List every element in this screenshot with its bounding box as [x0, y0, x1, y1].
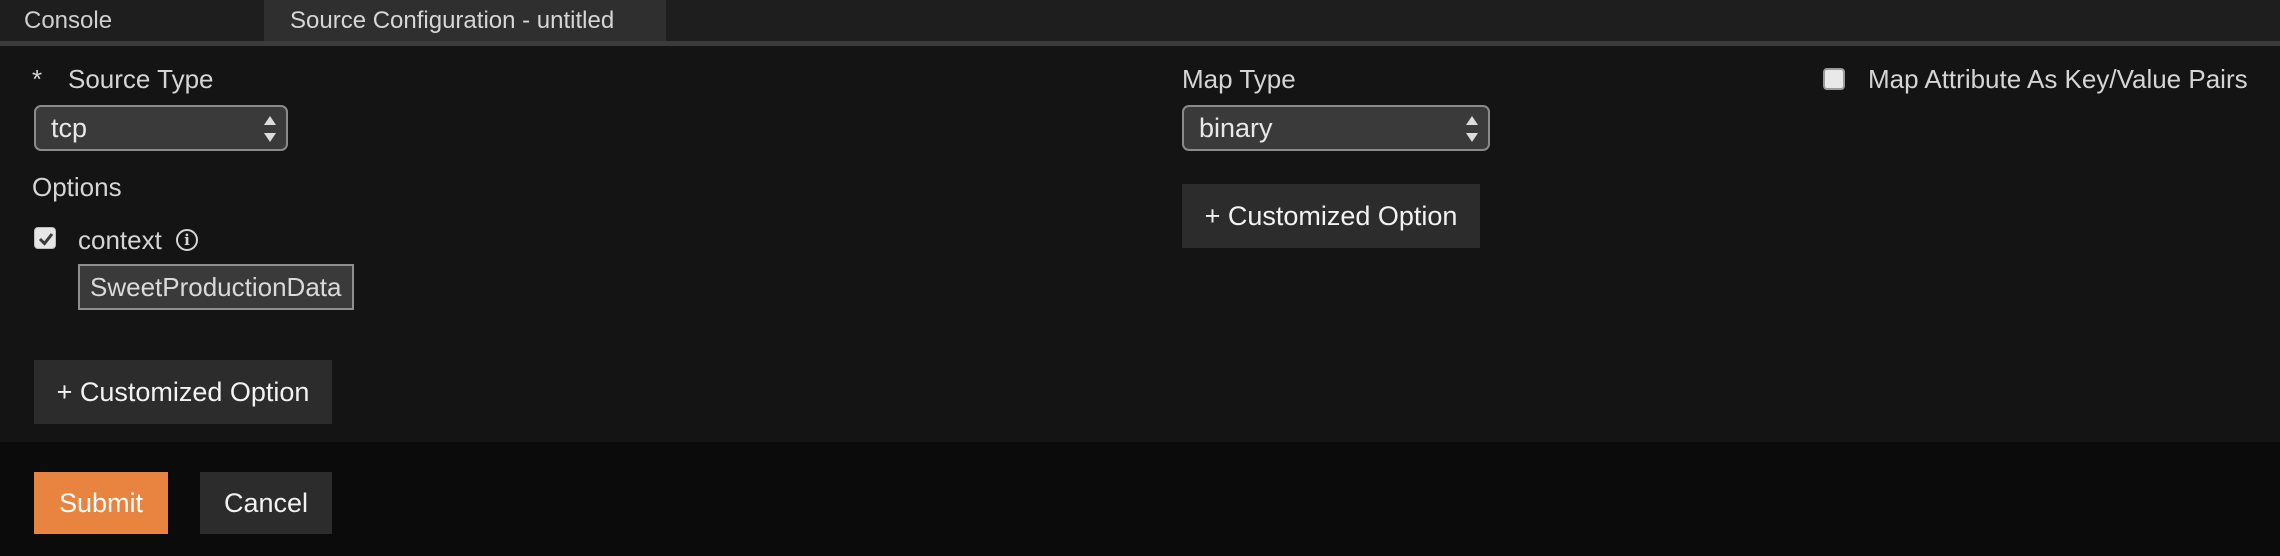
cancel-button[interactable]: Cancel: [200, 472, 332, 534]
select-arrows-icon: [1466, 116, 1478, 142]
form-footer: Submit Cancel: [0, 442, 2280, 556]
map-type-value: binary: [1199, 113, 1273, 143]
tab-source-configuration[interactable]: Source Configuration - untitled: [264, 0, 666, 41]
add-customized-option-button[interactable]: + Customized Option: [34, 360, 332, 424]
tab-console[interactable]: Console: [0, 0, 264, 41]
options-heading: Options: [32, 172, 122, 202]
source-type-value: tcp: [51, 113, 88, 143]
source-type-label: Source Type: [68, 64, 214, 94]
source-configuration-panel: * Source Type tcp Options context i Swee…: [0, 46, 2280, 442]
map-attribute-label: Map Attribute As Key/Value Pairs: [1868, 64, 2248, 94]
context-checkbox[interactable]: [34, 227, 56, 249]
map-type-label: Map Type: [1182, 64, 1296, 94]
map-attribute-checkbox[interactable]: [1823, 68, 1845, 90]
tab-bar: Console Source Configuration - untitled: [0, 0, 2280, 46]
context-label: context: [78, 225, 162, 255]
select-arrows-icon: [264, 116, 276, 142]
submit-button[interactable]: Submit: [34, 472, 168, 534]
context-value-input[interactable]: SweetProductionData: [78, 264, 354, 310]
source-type-select[interactable]: tcp: [34, 105, 288, 151]
info-icon[interactable]: i: [176, 229, 198, 251]
required-marker: *: [32, 64, 43, 94]
add-map-customized-option-button[interactable]: + Customized Option: [1182, 184, 1480, 248]
checkmark-icon: [38, 233, 54, 246]
map-type-select[interactable]: binary: [1182, 105, 1490, 151]
